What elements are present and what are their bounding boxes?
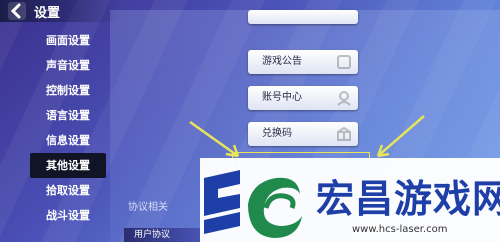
- sidebar-item-pickup[interactable]: 拾取设置: [0, 178, 125, 203]
- back-arrow-icon[interactable]: [8, 2, 26, 20]
- page-title: 设置: [34, 6, 61, 21]
- account-icon: [337, 91, 351, 106]
- redeem-code-button[interactable]: 兑换码: [248, 122, 358, 146]
- announcement-icon: [337, 55, 351, 69]
- account-center-label: 账号中心: [262, 92, 302, 103]
- sidebar-item-info[interactable]: 信息设置: [0, 128, 125, 153]
- account-center-button[interactable]: 账号中心: [248, 86, 358, 110]
- user-agreement-tab[interactable]: 用户协议: [124, 228, 204, 242]
- game-announcement-label: 游戏公告: [262, 56, 302, 67]
- partial-top-button[interactable]: [248, 10, 358, 24]
- sidebar-item-display[interactable]: 画面设置: [0, 28, 125, 53]
- sidebar-item-other[interactable]: 其他设置: [30, 153, 106, 178]
- watermark: 宏昌游戏网 www.hcs-laser.com: [200, 158, 500, 242]
- watermark-site-name: 宏昌游戏网: [316, 177, 500, 221]
- game-announcement-button[interactable]: 游戏公告: [248, 50, 358, 74]
- arrow-right-icon: [376, 115, 425, 158]
- sidebar-item-sound[interactable]: 声音设置: [0, 53, 125, 78]
- settings-sidebar: 画面设置 声音设置 控制设置 语言设置 信息设置 其他设置 拾取设置 战斗设置: [0, 28, 125, 228]
- site-logo-icon: [204, 170, 302, 238]
- redeem-code-label: 兑换码: [262, 128, 292, 139]
- sidebar-item-combat[interactable]: 战斗设置: [0, 203, 125, 228]
- sidebar-item-language[interactable]: 语言设置: [0, 103, 125, 128]
- section-label-agreements: 协议相关: [128, 202, 168, 213]
- watermark-url: www.hcs-laser.com: [352, 224, 448, 235]
- header-bar: 设置: [0, 0, 120, 22]
- arrow-left-icon: [189, 120, 240, 158]
- gift-icon: [337, 126, 351, 141]
- sidebar-item-controls[interactable]: 控制设置: [0, 78, 125, 103]
